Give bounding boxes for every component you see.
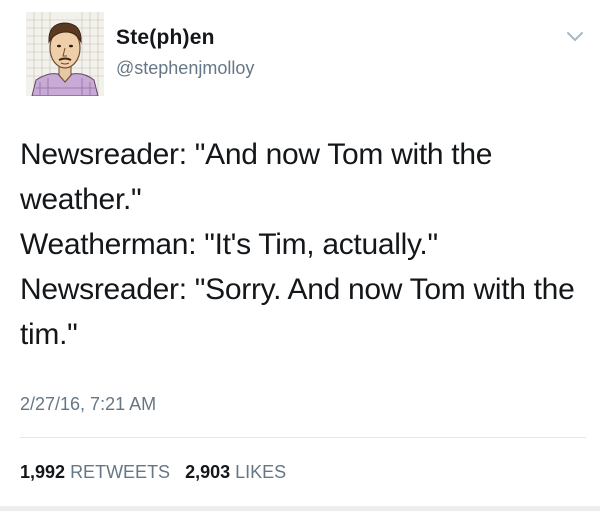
user-handle[interactable]: @stephenjmolloy [116, 58, 254, 79]
retweets-label: RETWEETS [70, 462, 171, 482]
divider [20, 437, 586, 438]
tweet-timestamp[interactable]: 2/27/16, 7:21 AM [20, 394, 156, 415]
retweets-count: 1,992 [20, 462, 66, 482]
tweet-line: Newsreader: "And now Tom with the weathe… [20, 138, 493, 216]
avatar[interactable] [26, 12, 104, 96]
tweet-card: Ste(ph)en @stephenjmolloy Newsreader: "A… [0, 0, 600, 511]
tweet-line: Newsreader: "Sorry. And now Tom with the… [20, 273, 575, 351]
tweet-stats: 1,992 RETWEETS 2,903 LIKES [20, 462, 296, 483]
retweets-stat[interactable]: 1,992 RETWEETS [20, 462, 175, 482]
tweet-line: Weatherman: "It's Tim, actually." [20, 228, 438, 261]
bottom-border [0, 506, 600, 511]
chevron-down-icon[interactable] [566, 30, 584, 44]
likes-label: LIKES [235, 462, 287, 482]
likes-count: 2,903 [185, 462, 231, 482]
tweet-text: Newsreader: "And now Tom with the weathe… [20, 132, 585, 357]
avatar-sketch-icon [26, 12, 104, 96]
likes-stat[interactable]: 2,903 LIKES [185, 462, 286, 482]
display-name[interactable]: Ste(ph)en [116, 26, 215, 50]
chevron-down-icon-svg [567, 32, 583, 41]
